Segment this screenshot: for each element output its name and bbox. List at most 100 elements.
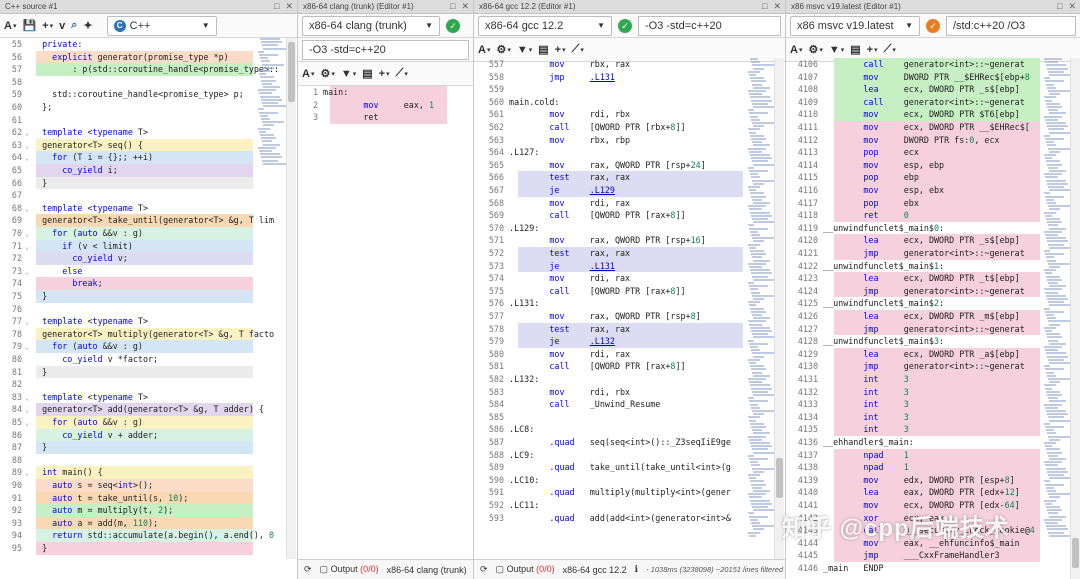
minimap-line — [753, 413, 764, 416]
code-text: int main() { — [42, 467, 103, 478]
code-text: co_yield v *factor; — [62, 354, 159, 364]
close-icon[interactable]: ✕ — [461, 1, 469, 12]
minimap-line — [1046, 525, 1066, 528]
code-text: int 3 — [863, 411, 909, 422]
search-icon[interactable]: ⌕ — [71, 19, 77, 32]
refresh-icon[interactable]: ⟳ — [304, 564, 312, 575]
font-size-button[interactable]: A ▾ — [302, 68, 314, 80]
minimap-line — [750, 115, 758, 118]
line-number: 93 — [11, 517, 22, 528]
add-tool-button[interactable]: + ▾ — [379, 68, 390, 80]
msvc-asm-view[interactable]: 4106 call generator<int>::~generat 4107 m… — [786, 58, 1080, 579]
msvc-minimap[interactable] — [1042, 58, 1072, 579]
msvc-scrollbar[interactable] — [1070, 58, 1080, 579]
minimap-line — [258, 89, 276, 92]
refresh-icon[interactable]: ⟳ — [480, 564, 488, 575]
line-number: 4128 — [797, 336, 818, 347]
settings-gear-icon[interactable]: ⚙ ▾ — [808, 43, 822, 56]
language-select[interactable]: C C++ ▼ — [106, 15, 217, 36]
minimap-line — [1048, 70, 1064, 73]
minimap-line — [262, 44, 278, 47]
vim-mode-icon[interactable]: v — [59, 20, 65, 32]
settings-gear-icon[interactable]: ⚙ ▾ — [496, 43, 510, 56]
line-number: 580 — [488, 348, 504, 359]
tools-wand-icon[interactable]: ⟋ ▾ — [884, 43, 896, 56]
fold-chevron-icon[interactable] — [22, 543, 32, 556]
close-icon[interactable]: ✕ — [285, 1, 293, 12]
gcc-compiler-select[interactable]: x86-64 gcc 12.2 ▼ — [478, 15, 612, 36]
line-number: 561 — [488, 109, 504, 120]
code-line: 572 test rax, rax — [474, 247, 785, 260]
code-line: 593 .quad add(add<int>(generator<int>& — [474, 512, 785, 525]
maximize-icon[interactable]: □ — [1057, 1, 1062, 12]
code-line: 577 mov rax, QWORD PTR [rsp+8] — [474, 310, 785, 323]
clang-asm-view[interactable]: 1 main: 2 mov eax, 13 ret — [298, 86, 473, 559]
settings-gear-icon[interactable]: ⚙ ▾ — [320, 67, 334, 80]
source-minimap[interactable] — [256, 38, 286, 579]
maximize-icon[interactable]: □ — [274, 1, 279, 12]
gcc-tab[interactable]: x86-64 gcc 12.2 (Editor #1) □ ✕ — [474, 0, 785, 14]
add-tool-button[interactable]: + ▾ — [555, 44, 566, 56]
maximize-icon[interactable]: □ — [450, 1, 455, 12]
font-size-button[interactable]: A ▾ — [4, 20, 16, 32]
code-text: generator<T> seq() { — [32, 139, 143, 150]
minimap-line — [750, 365, 764, 368]
clang-compiler-select[interactable]: x86-64 clang (trunk) ▼ — [302, 15, 440, 36]
font-size-button[interactable]: A ▾ — [790, 44, 802, 56]
gcc-flags-input[interactable]: -O3 -std=c++20 — [638, 15, 781, 36]
line-number: 558 — [488, 71, 504, 82]
msvc-tab[interactable]: x86 msvc v19.latest (Editor #1) □ ✕ — [786, 0, 1080, 14]
close-icon[interactable]: ✕ — [773, 1, 781, 12]
tools-wand-icon[interactable]: ⟋ ▾ — [572, 43, 584, 56]
libraries-icon[interactable]: ▤ — [850, 43, 860, 56]
line-number: 4135 — [797, 424, 818, 435]
minimap-line — [752, 352, 774, 355]
minimap-line — [749, 266, 762, 268]
filter-icon[interactable]: ▼ ▾ — [829, 44, 844, 56]
filter-icon[interactable]: ▼ ▾ — [341, 68, 356, 80]
msvc-compiler-select[interactable]: x86 msvc v19.latest ▼ — [790, 15, 920, 36]
minimap-line — [748, 186, 760, 188]
source-editor[interactable]: 55 private: 56 explicit generator(promise… — [0, 38, 297, 579]
minimap-line — [1048, 474, 1064, 476]
font-size-button[interactable]: A ▾ — [478, 44, 490, 56]
code-text: template <typename T> — [42, 127, 149, 138]
maximize-icon[interactable]: □ — [762, 1, 767, 12]
source-scrollbar[interactable] — [286, 38, 296, 559]
code-line: 4119 __unwindfunclet$_main$0: — [786, 222, 1080, 235]
code-text: mov DWORD PTR __$EHRec$[ebp+8 — [863, 71, 1030, 82]
info-icon[interactable]: ℹ — [635, 564, 638, 575]
minimap-line — [1049, 342, 1066, 345]
add-new-button[interactable]: + ▾ — [42, 20, 53, 32]
minimap-line — [1048, 339, 1058, 342]
minimap-line — [260, 134, 274, 136]
libraries-icon[interactable]: ▤ — [538, 43, 548, 56]
clang-tab[interactable]: x86-64 clang (trunk) (Editor #1) □ ✕ — [298, 0, 473, 14]
source-tab[interactable]: C++ source #1 □ ✕ — [0, 0, 297, 14]
code-text: auto m = multiply(t, 2); — [52, 505, 174, 516]
code-text: jmp generator<int>::~generat — [863, 323, 1025, 334]
tools-wand-icon[interactable]: ⟋ ▾ — [396, 67, 408, 80]
add-tool-button[interactable]: + ▾ — [867, 44, 878, 56]
clang-flags-input[interactable]: -O3 -std=c++20 — [302, 39, 469, 60]
msvc-flags-input[interactable]: /std:c++20 /O3 — [946, 15, 1076, 36]
clang-output-button[interactable]: ▢ Output (0/0) — [320, 564, 379, 575]
gcc-output-button[interactable]: ▢ Output (0/0) — [496, 564, 555, 575]
minimap-line — [749, 477, 756, 480]
pin-icon[interactable]: ✦ — [83, 19, 92, 32]
line-number: 574 — [488, 273, 504, 284]
minimap-line — [752, 294, 774, 297]
libraries-icon[interactable]: ▤ — [362, 67, 372, 80]
save-icon[interactable]: 💾 — [22, 19, 36, 32]
close-icon[interactable]: ✕ — [1068, 1, 1076, 12]
code-text: mov rdi, rbx — [549, 109, 631, 120]
code-text: co_yield v; — [72, 253, 128, 264]
gcc-asm-view[interactable]: 557 mov rbx, rax 558 jmp .L131 559 560 mai… — [474, 58, 785, 559]
gcc-minimap[interactable] — [746, 58, 776, 579]
filter-icon[interactable]: ▼ ▾ — [517, 44, 532, 56]
code-line: 560 main.cold: — [474, 96, 785, 109]
gcc-scrollbar[interactable] — [774, 58, 784, 559]
minimap-line — [1045, 99, 1052, 102]
line-number: 593 — [488, 512, 504, 523]
minimap-line — [261, 79, 276, 82]
